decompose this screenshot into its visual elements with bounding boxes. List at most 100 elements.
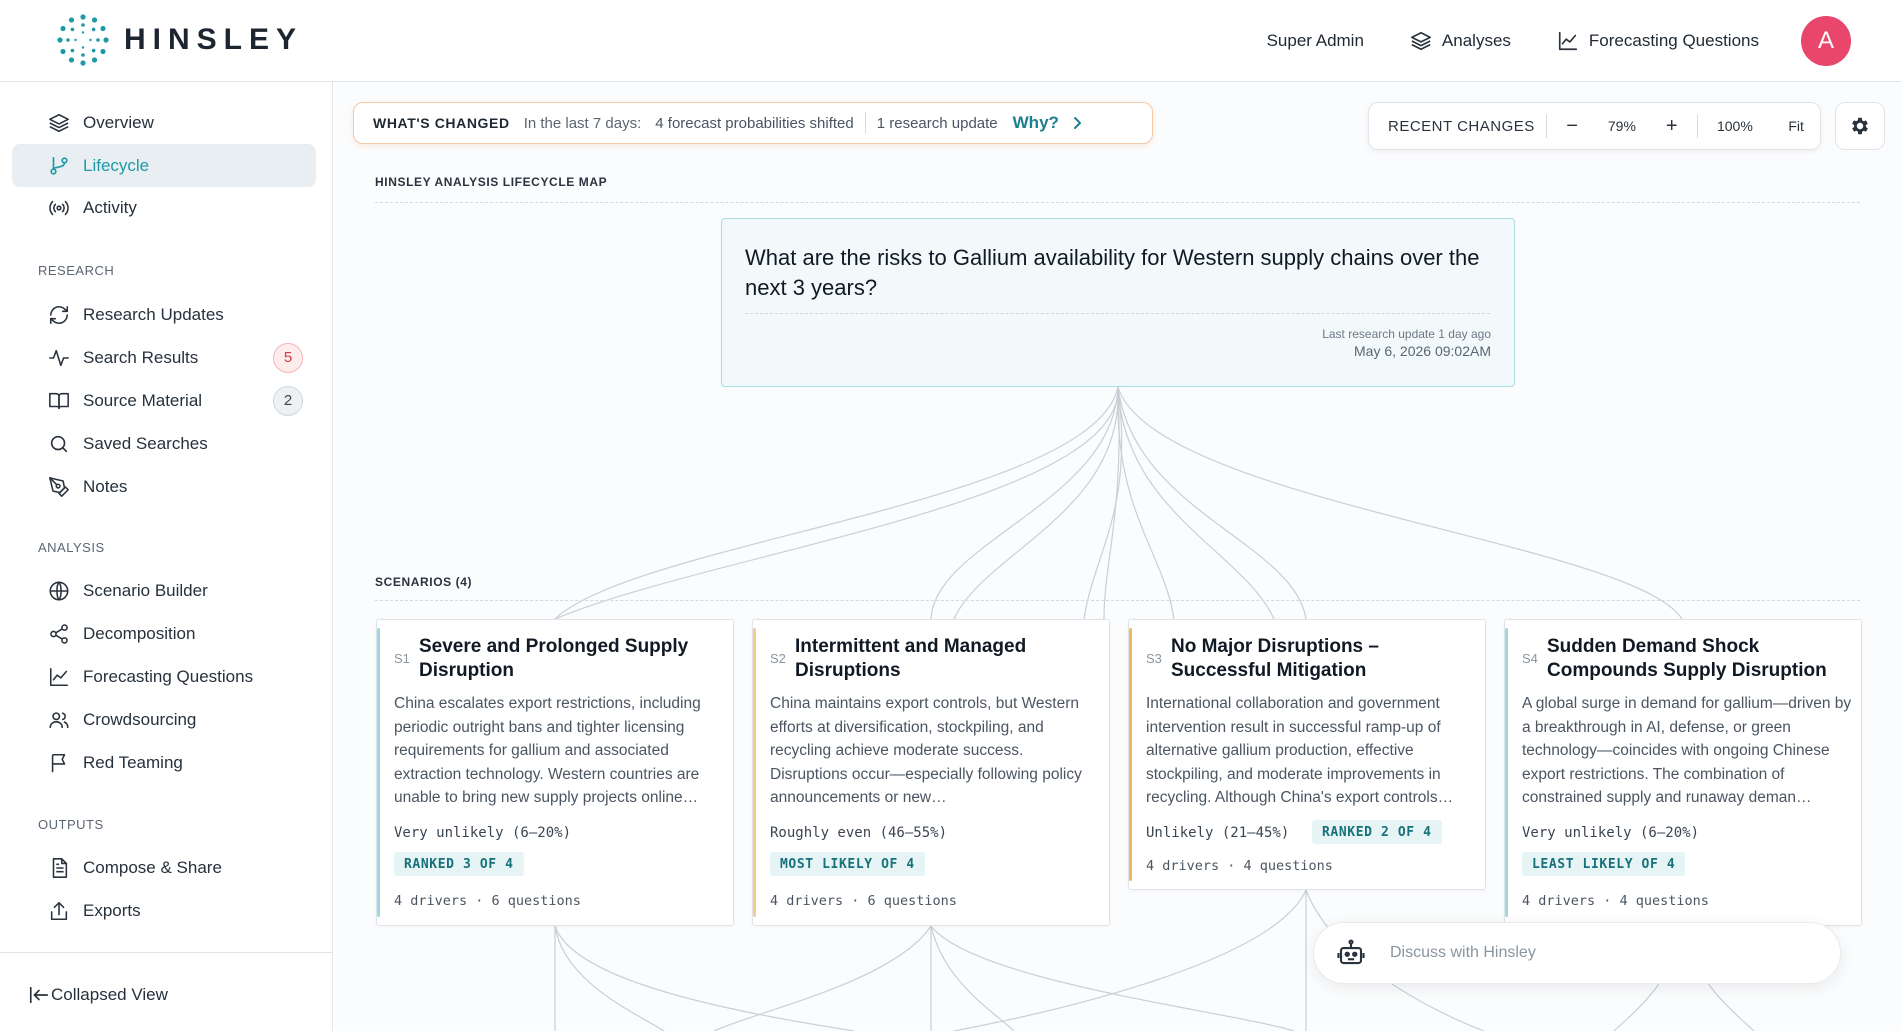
scenario-card[interactable]: S3 No Major Disruptions – Successful Mit… [1128,619,1486,890]
question-node[interactable]: What are the risks to Gallium availabili… [721,218,1515,387]
scenario-rank-badge: RANKED 3 OF 4 [394,852,524,876]
chart-line-icon [49,667,69,686]
scenario-description: China maintains export controls, but Wes… [770,695,1082,807]
why-link[interactable]: Why? [1013,113,1059,133]
forecast-shift-summary[interactable]: 4 forecast probabilities shifted [655,115,853,132]
collapsed-view-label: Collapsed View [51,984,168,1004]
sidebar-item-saved-searches[interactable]: Saved Searches [12,422,316,465]
analyses-link[interactable]: Analyses [1410,30,1511,52]
accent-bar [1129,628,1132,881]
forecasting-questions-link[interactable]: Forecasting Questions [1557,30,1759,52]
chevron-right-icon[interactable] [1069,115,1085,131]
sidebar-section-analysis: ANALYSIS [38,540,105,555]
sidebar-item-label: Notes [83,476,128,496]
scenario-rank-badge: LEAST LIKELY OF 4 [1522,852,1686,876]
share-icon [50,623,68,644]
sidebar-item-notes[interactable]: Notes [12,465,316,508]
scenario-card[interactable]: S1 Severe and Prolonged Supply Disruptio… [376,619,734,926]
sidebar-item-label: Scenario Builder [83,580,208,600]
sidebar-item-red-teaming[interactable]: Red Teaming [12,741,316,784]
scenario-probability: Very unlikely (6–20%) [1522,825,1700,841]
divider [864,112,866,134]
scenario-rank-badge: RANKED 2 OF 4 [1312,820,1442,844]
sidebar-item-lifecycle[interactable]: Lifecycle [12,144,316,187]
reset-zoom-button[interactable]: 100% [1698,118,1773,134]
flag-icon [51,753,66,772]
analyses-label: Analyses [1441,31,1511,50]
layers-icon [1410,31,1431,51]
divider [375,600,1860,601]
last-update-time: May 6, 2026 09:02AM [1354,343,1491,359]
scenario-card[interactable]: S2 Intermittent and Managed Disruptions … [752,619,1110,926]
dotted-ring-logo-icon [57,14,109,66]
sidebar-section-outputs: OUTPUTS [38,817,104,832]
settings-button[interactable] [1835,102,1885,150]
sidebar-item-search-results[interactable]: Search Results 5 [12,336,316,379]
collapsed-view-button[interactable]: Collapsed View [0,973,304,1016]
avatar[interactable]: A [1801,16,1851,66]
sidebar-item-scenario-builder[interactable]: Scenario Builder [12,569,316,612]
sidebar-item-label: Source Material [83,390,203,410]
sidebar-item-research-updates[interactable]: Research Updates [12,293,316,336]
scenario-id: S3 [1146,651,1162,666]
scenario-probability: Unlikely (21–45%) [1146,825,1290,841]
sidebar-item-exports[interactable]: Exports [12,889,316,932]
divider [375,202,1860,203]
sidebar-item-label: Exports [83,900,141,920]
sidebar-section-research: RESEARCH [38,263,115,278]
zoom-level: 79% [1607,118,1636,134]
divider [745,313,1490,314]
lifecycle-canvas[interactable]: WHAT'S CHANGED In the last 7 days: 4 for… [334,82,1901,1031]
scenario-meta: 4 drivers · 6 questions [770,893,957,909]
sidebar-item-compose-share[interactable]: Compose & Share [12,846,316,889]
scenario-title: Sudden Demand Shock Compounds Supply Dis… [1547,636,1827,681]
sidebar-item-activity[interactable]: Activity [12,186,316,229]
sidebar-item-forecasting-questions[interactable]: Forecasting Questions [12,655,316,698]
super-admin-link[interactable]: Super Admin [1267,31,1364,51]
sidebar-item-label: Red Teaming [83,752,183,772]
refresh-icon [49,305,69,324]
whats-changed-period: In the last 7 days: [523,114,642,132]
brand-name: HINSLEY [124,23,304,56]
top-bar: HINSLEY Super Admin Analyses Forecasting… [0,0,1901,82]
scenario-title: No Major Disruptions – Successful Mitiga… [1171,636,1379,681]
branch-icon [50,156,68,175]
recent-changes-toggle[interactable]: RECENT CHANGES [1369,118,1546,135]
robot-icon [1337,939,1365,965]
whats-changed-bar: WHAT'S CHANGED In the last 7 days: 4 for… [353,102,1153,144]
scenario-probability: Very unlikely (6–20%) [394,825,572,841]
scenario-description: International collaboration and governme… [1146,695,1454,807]
scenario-meta: 4 drivers · 6 questions [394,893,581,909]
top-nav: Super Admin Analyses Forecasting Questio… [1267,0,1901,82]
sidebar-item-overview[interactable]: Overview [12,101,316,144]
fit-button[interactable]: Fit [1772,118,1820,134]
sidebar-item-label: Overview [83,112,154,132]
research-update-summary[interactable]: 1 research update [877,115,998,132]
sidebar-item-crowdsourcing[interactable]: Crowdsourcing [12,698,316,741]
scenario-card[interactable]: S4 Sudden Demand Shock Compounds Supply … [1504,619,1862,926]
sidebar-item-label: Lifecycle [83,155,150,175]
upload-icon [50,901,68,920]
brand-logo[interactable]: HINSLEY [56,13,303,67]
source-material-count-badge: 2 [273,385,303,416]
zoom-out-button[interactable]: − [1547,115,1597,138]
sidebar-item-label: Research Updates [83,304,224,324]
sidebar-item-label: Search Results [83,347,199,367]
discuss-input[interactable]: Discuss with Hinsley [1313,922,1841,984]
search-icon [50,435,68,452]
scenario-id: S1 [394,651,410,666]
sidebar-item-source-material[interactable]: Source Material 2 [12,379,316,422]
collapse-left-icon [29,986,49,1003]
super-admin-label: Super Admin [1266,31,1364,50]
accent-bar [377,628,380,917]
sidebar: Overview Lifecycle Activity RESEARCH Res… [0,82,333,1031]
scenario-description: A global surge in demand for gallium—dri… [1522,695,1852,807]
chart-line-icon [1558,31,1577,51]
zoom-in-button[interactable]: + [1647,115,1697,138]
gear-icon [1852,117,1868,135]
discuss-placeholder: Discuss with Hinsley [1390,944,1536,961]
broadcast-icon [49,200,69,215]
document-icon [52,857,68,878]
sidebar-item-decomposition[interactable]: Decomposition [12,612,316,655]
book-icon [49,392,69,409]
